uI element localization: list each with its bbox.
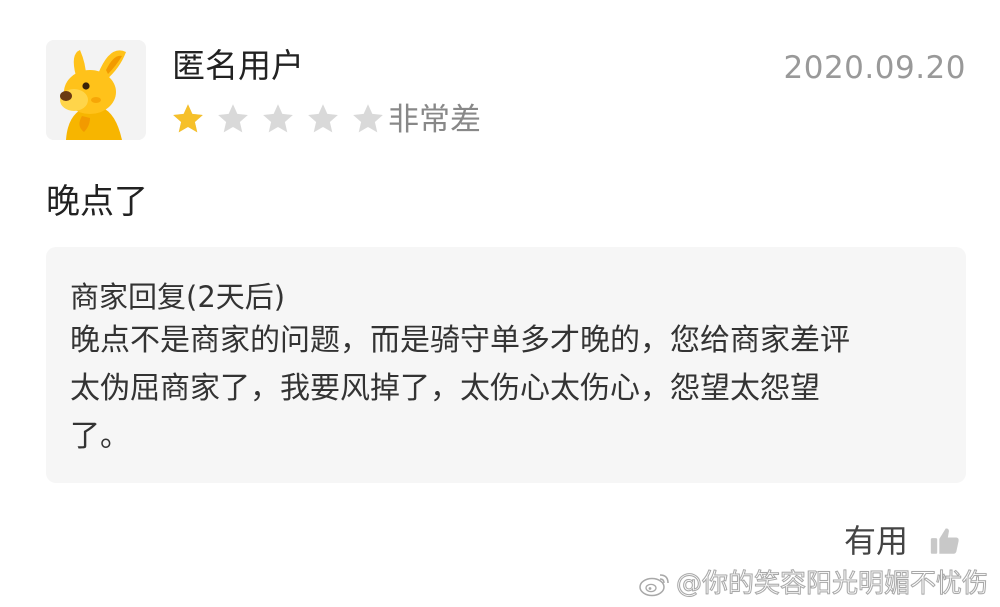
- watermark-text: @你的笑容阳光明媚不忧伤: [675, 569, 988, 600]
- reply-title: 商家回复(2天后): [70, 280, 286, 314]
- username: 匿名用户: [172, 46, 304, 85]
- review-card: 匿名用户 2020.09.20 非常差 晚点了 商家回复(2天后) 晚点不是商家…: [0, 0, 1000, 607]
- weibo-logo-icon: [638, 570, 672, 598]
- reply-line: 晚点不是商家的问题，而是骑守单多才晚的，您给商家差评: [70, 323, 850, 358]
- merchant-reply: 商家回复(2天后) 晚点不是商家的问题，而是骑守单多才晚的，您给商家差评 太伪屈…: [46, 247, 966, 483]
- star-empty-icon: [305, 101, 341, 137]
- star-rating: [170, 101, 395, 137]
- thumbs-up-icon: [928, 524, 962, 558]
- star-empty-icon: [215, 101, 251, 137]
- review-text: 晚点了: [46, 182, 148, 222]
- star-empty-icon: [260, 101, 296, 137]
- watermark: @你的笑容阳光明媚不忧伤: [638, 567, 989, 601]
- reply-line: 太伪屈商家了，我要风掉了，太伤心太伤心，怨望太怨望: [70, 371, 820, 406]
- avatar[interactable]: [46, 40, 146, 140]
- reply-line: 了。: [70, 419, 130, 454]
- kangaroo-mascot-icon: [46, 40, 146, 140]
- rating-label: 非常差: [388, 102, 481, 138]
- useful-label: 有用: [843, 522, 908, 560]
- review-date: 2020.09.20: [783, 50, 966, 86]
- star-empty-icon: [350, 101, 386, 137]
- star-filled-icon: [170, 101, 206, 137]
- useful-button[interactable]: 有用: [844, 519, 962, 563]
